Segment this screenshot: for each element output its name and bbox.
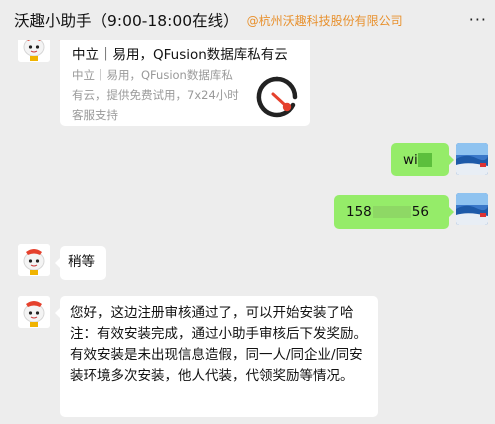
user-avatar[interactable]	[456, 143, 488, 175]
bot-avatar[interactable]	[18, 296, 50, 328]
user-avatar[interactable]	[456, 193, 488, 225]
bot-avatar[interactable]	[18, 244, 50, 276]
message-text-suffix: 56	[411, 204, 429, 220]
redacted-block	[417, 152, 432, 167]
user-message[interactable]: wi	[391, 143, 454, 176]
message-text: wi	[403, 151, 418, 168]
qfusion-logo-icon	[256, 76, 298, 118]
card-description: 中立｜易用，QFusion数据库私有云，提供免费试用，7x24小时客服支持	[72, 68, 239, 122]
chat-header: 沃趣小助手（9:00-18:00在线） @杭州沃趣科技股份有限公司 ···	[0, 0, 495, 40]
bot-message[interactable]: 您好，这边注册审核通过了，可以开始安装了哈注：有效安装完成，通过小助手审核后下发…	[55, 296, 378, 417]
message-text-prefix: 158	[346, 204, 372, 220]
bot-message[interactable]: 稍等	[55, 246, 106, 280]
company-tag: @杭州沃趣科技股份有限公司	[246, 13, 403, 28]
robot-mascot-icon	[18, 244, 50, 276]
message-text: 您好，这边注册审核通过了，可以开始安装了哈注：有效安装完成，通过小助手审核后下发…	[70, 305, 367, 384]
more-dots-icon[interactable]: ···	[469, 10, 487, 29]
link-card[interactable]: 中立｜易用，QFusion数据库私有云 中立｜易用，QFusion数据库私有云，…	[60, 35, 310, 126]
message-text: 稍等	[68, 254, 95, 270]
landscape-photo-icon	[456, 193, 488, 225]
robot-mascot-icon	[18, 296, 50, 328]
redacted-block	[372, 206, 411, 218]
card-title: 中立｜易用，QFusion数据库私有云	[72, 47, 288, 63]
chat-title: 沃趣小助手（9:00-18:00在线）	[14, 12, 239, 30]
landscape-photo-icon	[456, 143, 488, 175]
user-message[interactable]: 158 56	[334, 195, 454, 229]
